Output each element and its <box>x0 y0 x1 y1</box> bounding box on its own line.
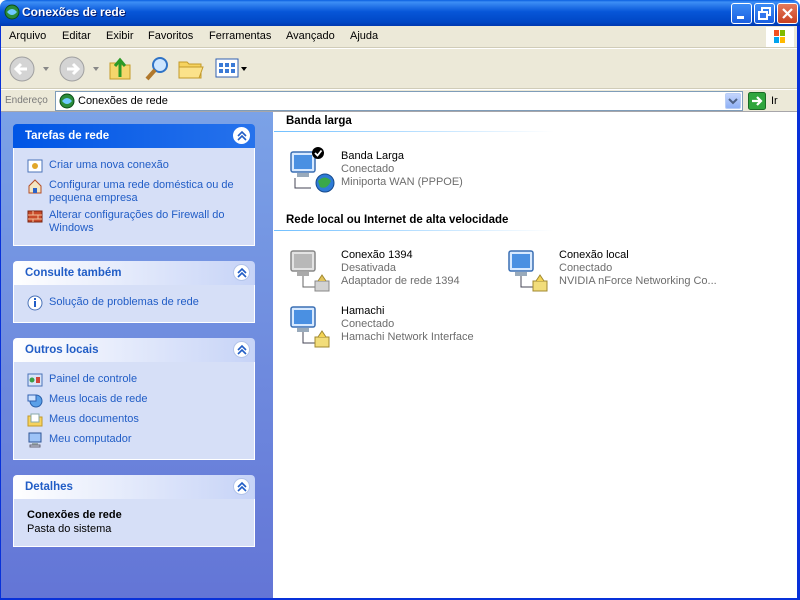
details-panel: Conexões de rede Pasta do sistema <box>13 499 255 547</box>
connection-status: Conectado <box>559 262 613 274</box>
collapse-details-button[interactable] <box>233 478 250 495</box>
connection-device: NVIDIA nForce Networking Co... <box>559 275 717 287</box>
connection-status: Desativada <box>341 262 397 274</box>
connection-status: Conectado <box>341 318 395 330</box>
search-icon[interactable] <box>144 55 172 83</box>
up-folder-icon[interactable] <box>108 55 134 83</box>
menu-editar[interactable]: Editar <box>62 30 91 42</box>
details-name: Conexões de rede <box>27 509 122 521</box>
see-also-header[interactable]: Consulte também <box>13 261 255 285</box>
network-tasks-panel: Criar uma nova conexão Configurar uma re… <box>13 148 255 246</box>
network-places-link[interactable]: Meus locais de rede <box>49 393 259 406</box>
menu-avancado[interactable]: Avançado <box>286 30 335 42</box>
connection-item-hamachi[interactable]: Hamachi Conectado Hamachi Network Interf… <box>287 301 497 351</box>
double-chevron-up-icon <box>237 267 247 278</box>
menu-ferramentas[interactable]: Ferramentas <box>209 30 271 42</box>
network-places-icon <box>27 394 43 408</box>
broadband-section-title: Banda larga <box>286 115 352 127</box>
create-connection-link[interactable]: Criar uma nova conexão <box>49 159 259 172</box>
section-divider <box>274 230 554 231</box>
see-also-panel: Solução de problemas de rede <box>13 285 255 323</box>
connection-name: Conexão 1394 <box>341 249 413 261</box>
toolbar <box>0 49 800 89</box>
network-tasks-header[interactable]: Tarefas de rede <box>13 124 255 148</box>
home-network-icon <box>28 179 42 194</box>
control-panel-link[interactable]: Painel de controle <box>49 373 259 386</box>
lan-connection-icon <box>508 250 548 292</box>
section-divider <box>274 131 554 132</box>
views-icon[interactable] <box>214 55 250 83</box>
control-panel-icon <box>27 373 43 387</box>
network-connections-icon <box>59 93 75 109</box>
folders-icon[interactable] <box>177 55 205 83</box>
back-icon[interactable] <box>8 55 52 83</box>
double-chevron-up-icon <box>237 130 247 141</box>
connection-status: Conectado <box>341 163 395 175</box>
other-places-header[interactable]: Outros locais <box>13 338 255 362</box>
lan-section-title: Rede local ou Internet de alta velocidad… <box>286 214 509 226</box>
network-tasks-title: Tarefas de rede <box>25 130 110 142</box>
address-label: Endereço <box>5 95 48 106</box>
connection-item-conexao-1394[interactable]: Conexão 1394 Desativada Adaptador de red… <box>287 245 497 295</box>
lan-connection-icon <box>290 306 330 348</box>
connection-device: Miniporta WAN (PPPOE) <box>341 176 463 188</box>
my-documents-link[interactable]: Meus documentos <box>49 413 259 426</box>
connection-item-conexao-local[interactable]: Conexão local Conectado NVIDIA nForce Ne… <box>505 245 717 295</box>
menu-exibir[interactable]: Exibir <box>106 30 134 42</box>
my-computer-icon <box>28 432 42 448</box>
task-pane: Tarefas de rede Criar uma nova conexão C… <box>1 112 273 600</box>
windows-logo-icon <box>766 27 794 47</box>
double-chevron-up-icon <box>237 344 247 355</box>
menu-arquivo[interactable]: Arquivo <box>9 30 46 42</box>
connection-item-banda-larga[interactable]: Banda Larga Conectado Miniporta WAN (PPP… <box>287 146 497 196</box>
menu-bar: Arquivo Editar Exibir Favoritos Ferramen… <box>0 26 800 48</box>
connection-name: Hamachi <box>341 305 385 317</box>
collapse-see-also-button[interactable] <box>233 264 250 281</box>
my-documents-icon <box>27 413 43 427</box>
details-title: Detalhes <box>25 481 73 493</box>
minimize-button[interactable] <box>731 3 752 24</box>
connection-name: Banda Larga <box>341 150 404 162</box>
other-places-title: Outros locais <box>25 344 99 356</box>
address-bar: Endereço Conexões de rede Ir <box>0 90 800 112</box>
forward-icon[interactable] <box>58 55 102 83</box>
window-title: Conexões de rede <box>22 5 126 19</box>
menu-favoritos[interactable]: Favoritos <box>148 30 193 42</box>
details-type: Pasta do sistema <box>27 523 112 535</box>
info-icon <box>27 295 43 311</box>
close-button[interactable] <box>777 3 798 24</box>
broadband-connection-icon <box>290 147 335 193</box>
firewall-settings-link[interactable]: Alterar configurações do Firewall do Win… <box>49 209 259 235</box>
go-arrow-icon[interactable] <box>748 92 766 110</box>
new-connection-icon <box>27 159 43 173</box>
connection-device: Adaptador de rede 1394 <box>341 275 460 287</box>
address-dropdown-button[interactable] <box>725 93 741 109</box>
other-places-panel: Painel de controle Meus locais de rede M… <box>13 362 255 460</box>
network-troubleshoot-link[interactable]: Solução de problemas de rede <box>49 296 259 309</box>
connection-name: Conexão local <box>559 249 629 261</box>
menu-ajuda[interactable]: Ajuda <box>350 30 378 42</box>
disabled-lan-connection-icon <box>290 250 330 292</box>
go-button-label[interactable]: Ir <box>771 95 778 107</box>
double-chevron-up-icon <box>237 481 247 492</box>
see-also-title: Consulte também <box>25 267 122 279</box>
maximize-button[interactable] <box>754 3 775 24</box>
my-computer-link[interactable]: Meu computador <box>49 433 259 446</box>
title-bar[interactable]: Conexões de rede <box>0 0 800 26</box>
address-value: Conexões de rede <box>78 95 168 107</box>
firewall-icon <box>27 210 43 223</box>
connection-device: Hamachi Network Interface <box>341 331 474 343</box>
address-field[interactable]: Conexões de rede <box>55 91 743 111</box>
setup-home-network-link[interactable]: Configurar uma rede doméstica ou de pequ… <box>49 179 259 205</box>
details-header[interactable]: Detalhes <box>13 475 255 499</box>
network-connections-icon <box>4 4 20 20</box>
window-border <box>0 26 1 600</box>
collapse-network-tasks-button[interactable] <box>233 127 250 144</box>
collapse-other-places-button[interactable] <box>233 341 250 358</box>
chevron-down-icon <box>728 98 738 105</box>
